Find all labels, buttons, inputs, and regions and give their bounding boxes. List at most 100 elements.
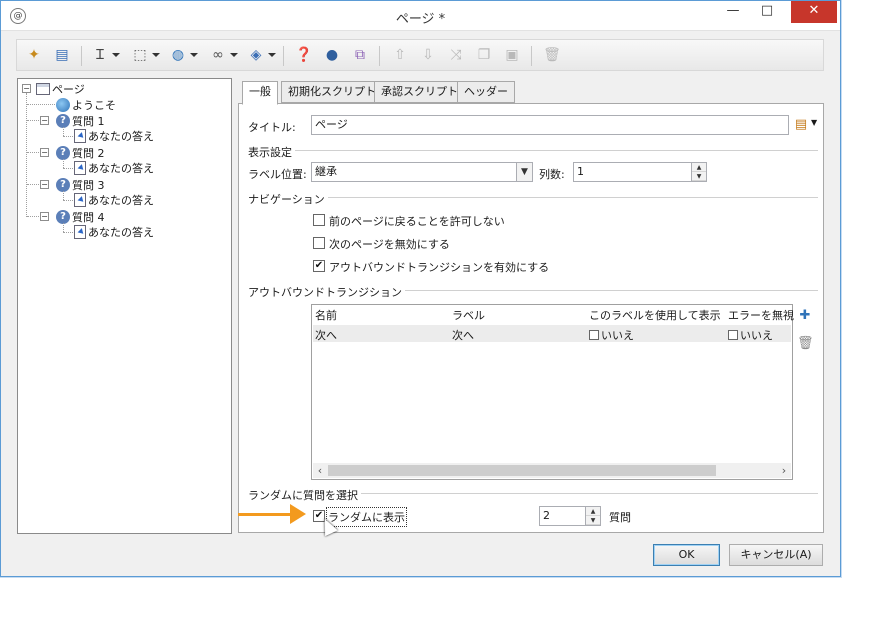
enable-outbound-label: アウトバウンドトランジションを有効にする [329,261,550,274]
cell-checkbox[interactable] [728,330,738,340]
chevron-down-icon[interactable]: ▼ [811,118,817,127]
spin-down-icon[interactable]: ▼ [692,172,706,181]
spin-buttons[interactable]: ▲ ▼ [585,507,600,525]
tree-item-question[interactable]: ? 質問 4 [56,209,105,224]
spin-down-icon[interactable]: ▼ [586,516,600,525]
tree-item-question[interactable]: ? 質問 3 [56,177,105,192]
answer-icon [74,193,86,207]
disable-next-checkbox[interactable] [313,237,325,249]
delete-icon[interactable]: 🗑 [541,44,563,66]
tree-line [63,168,73,169]
spin-buttons[interactable]: ▲ ▼ [691,163,706,181]
horizontal-scrollbar[interactable]: ‹ › [313,463,791,478]
toolbar-separator [283,46,284,66]
tree-item-answer[interactable]: あなたの答え [74,160,154,175]
selection-icon[interactable]: ⬚ [129,44,160,66]
tree-line [63,127,64,136]
grid-header-name[interactable]: 名前 [315,307,337,323]
question-icon: ? [56,210,70,224]
label-position-select[interactable]: 継承 ▼ [311,162,533,182]
random-count-value: 2 [543,509,550,522]
paste-icon[interactable]: ▣ [501,44,523,66]
maximize-button[interactable]: □ [750,1,784,23]
question-icon: ? [56,146,70,160]
cell-checkbox[interactable] [589,330,599,340]
tree-line [63,232,73,233]
cube-icon[interactable]: ◈ [245,44,276,66]
grid-header-label[interactable]: ラベル [452,307,485,323]
page-tree[interactable]: − ページ ようこそ − ? 質問 1 あなたの答え − ? 質問 2 あなたの答え… [17,78,232,534]
callout-arrow [238,513,294,516]
tab-approval-script[interactable]: 承認スクリプト [374,81,465,103]
link-icon[interactable]: ∞ [207,44,238,66]
random-count-stepper[interactable]: 2 ▲ ▼ [539,506,601,526]
minimize-button[interactable]: — [716,1,750,23]
label-position-value: 継承 [315,165,337,178]
display-settings-section: 表示設定 [248,144,818,159]
tab-header[interactable]: ヘッダー [457,81,515,103]
ok-button[interactable]: OK [653,544,720,566]
scroll-left-icon[interactable]: ‹ [313,463,327,478]
tree-collapse-icon[interactable]: − [22,84,31,93]
navigation-section: ナビゲーション [248,191,818,206]
tree-item-welcome[interactable]: ようこそ [56,97,116,112]
no-back-checkbox[interactable] [313,214,325,226]
tab-container: 一般 初期化スクリプト 承認スクリプト ヘッダー タイトル: ページ ▤ ▼ 表… [238,81,824,533]
question-icon: ? [56,114,70,128]
globe-icon[interactable]: ◍ [167,44,198,66]
scroll-right-icon[interactable]: › [777,463,791,478]
tab-general[interactable]: 一般 [242,81,278,105]
chevron-down-icon[interactable]: ▼ [516,163,532,181]
scroll-thumb[interactable] [328,465,716,476]
tree-collapse-icon[interactable]: − [40,116,49,125]
cancel-button[interactable]: キャンセル(A) [729,544,823,566]
tree-item-question[interactable]: ? 質問 1 [56,113,105,128]
spin-up-icon[interactable]: ▲ [692,163,706,172]
answer-icon [74,161,86,175]
person-icon[interactable]: ● [321,44,343,66]
enable-outbound-checkbox[interactable]: ✔ [313,260,325,272]
outbound-grid[interactable]: 名前 ラベル このラベルを使用して表示 エラーを無視 次へ 次へ いいえ いいえ… [311,304,794,480]
tab-init-script[interactable]: 初期化スクリプト [281,81,383,103]
close-button[interactable]: ✕ [791,1,837,23]
table-row[interactable]: 次へ 次へ いいえ いいえ [313,325,791,342]
tree-collapse-icon[interactable]: − [40,180,49,189]
grid-header-show[interactable]: このラベルを使用して表示 [589,307,721,323]
insert-field-icon[interactable]: ▤ [793,117,809,133]
tree-collapse-icon[interactable]: − [40,148,49,157]
tree-collapse-icon[interactable]: − [40,212,49,221]
tree-line [63,159,64,168]
cell-show[interactable]: いいえ [589,327,634,343]
copy-icon[interactable]: ❐ [473,44,495,66]
tree-item-answer[interactable]: あなたの答え [74,224,154,239]
title-input[interactable]: ページ [311,115,789,135]
globe-icon [56,98,70,112]
dialog-window: @ ページ * — □ ✕ ✦ ▤ Ɪ ⬚ ◍ ∞ ◈ ❓ ● ⧉ ⇧ ⇩ ⤨ … [0,0,841,577]
tree-line [27,216,41,217]
tree-item-root[interactable]: ページ [36,81,85,96]
spin-up-icon[interactable]: ▲ [586,507,600,516]
add-shapes-icon[interactable]: ⧉ [349,44,371,66]
delete-icon[interactable]: 🗑 [797,336,814,352]
grid-header-ignore[interactable]: エラーを無視 [728,307,794,323]
help-icon[interactable]: ❓ [293,44,315,66]
title-label: タイトル: [248,121,296,134]
window-title: ページ * [395,12,446,27]
arrow-down-icon[interactable]: ⇩ [417,44,439,66]
tree-item-answer[interactable]: あなたの答え [74,192,154,207]
tree-item-question[interactable]: ? 質問 2 [56,145,105,160]
database-icon[interactable]: ▤ [51,44,73,66]
text-cursor-icon[interactable]: Ɪ [89,44,120,66]
cell-ignore[interactable]: いいえ [728,327,773,343]
shuffle-icon[interactable]: ⤨ [445,44,467,66]
page-icon [36,83,50,95]
add-transition-icon[interactable]: ✚ [797,308,813,324]
random-display-label[interactable]: ランダムに表示 [326,507,407,527]
columns-stepper[interactable]: 1 ▲ ▼ [573,162,707,182]
callout-arrow-head [290,504,306,524]
no-back-label: 前のページに戻ることを許可しない [329,215,505,228]
arrow-up-icon[interactable]: ⇧ [389,44,411,66]
answer-icon [74,225,86,239]
wand-icon[interactable]: ✦ [23,44,45,66]
tree-item-answer[interactable]: あなたの答え [74,128,154,143]
